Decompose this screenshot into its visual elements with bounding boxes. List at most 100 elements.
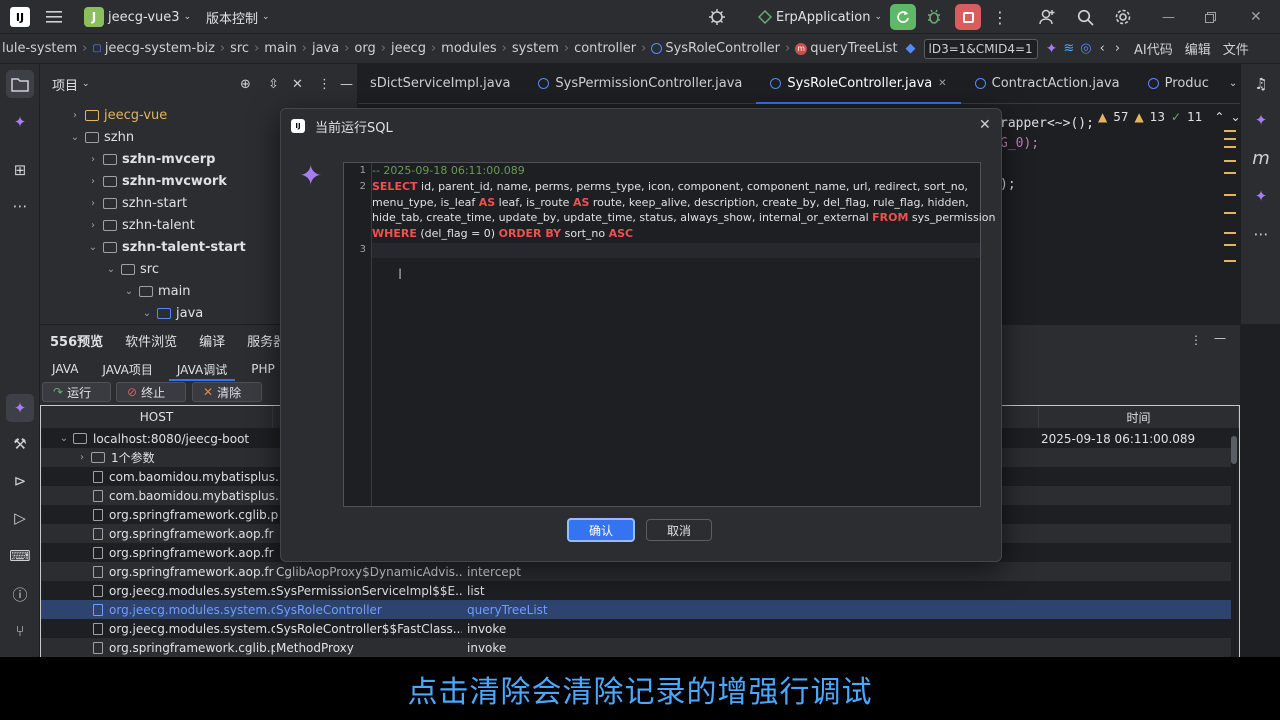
tab-java-debug[interactable]: JAVA调试 bbox=[165, 357, 239, 381]
url-param-field[interactable]: lD3=1&CMID4=1 bbox=[923, 38, 1038, 59]
hide-panel-icon[interactable]: — bbox=[340, 77, 353, 92]
more-actions-button[interactable]: ⋮ bbox=[992, 0, 1008, 34]
cancel-button[interactable]: 取消 bbox=[646, 519, 712, 541]
tab-sys-permission-controller[interactable]: SysPermissionController.java bbox=[524, 64, 756, 104]
tree-item[interactable]: ⌄ java bbox=[142, 302, 203, 324]
breadcrumb-item[interactable]: controller bbox=[574, 41, 636, 56]
db-run-icon[interactable]: ◆ bbox=[906, 41, 916, 56]
add-user-button[interactable] bbox=[1038, 0, 1056, 34]
restore-button[interactable] bbox=[1205, 0, 1216, 34]
services-tool-button[interactable]: ⊳ bbox=[6, 467, 34, 495]
tabs-dropdown-icon[interactable]: ⌄ bbox=[1229, 78, 1237, 89]
tab-java-project[interactable]: JAVA项目 bbox=[90, 357, 164, 381]
file-menu[interactable]: 文件 bbox=[1223, 39, 1249, 58]
locate-icon[interactable]: ⊕ bbox=[240, 77, 251, 92]
project-switcher[interactable]: J jeecg-vue3 ⌄ bbox=[84, 0, 191, 34]
tab-dict-service[interactable]: sDictServiceImpl.java bbox=[358, 64, 524, 104]
tab-sys-role-controller[interactable]: SysRoleController.java ✕ bbox=[756, 64, 961, 104]
collapse-all-icon[interactable]: ✕ bbox=[292, 77, 303, 92]
database-icon[interactable]: ≋ bbox=[1063, 41, 1074, 56]
vcs-menu[interactable]: 版本控制 ⌄ bbox=[206, 0, 270, 34]
tree-item[interactable]: › szhn-talent bbox=[88, 214, 195, 236]
settings-button[interactable] bbox=[1114, 0, 1132, 34]
close-window-button[interactable]: ✕ bbox=[1250, 0, 1262, 34]
tab-compile[interactable]: 编译 bbox=[199, 331, 225, 350]
breadcrumb-item[interactable]: ▢ jeecg-system-biz bbox=[92, 41, 215, 56]
sql-text-area[interactable]: 1 2 3 -- 2025-09-18 06:11:00.089 SELECT … bbox=[343, 162, 995, 507]
main-menu-button[interactable] bbox=[46, 0, 62, 34]
table-row[interactable]: org.springframework.aop.fr CglibAopProxy… bbox=[41, 562, 1231, 581]
breadcrumb-item[interactable]: SysRoleController bbox=[651, 41, 780, 56]
close-icon[interactable]: ✕ bbox=[979, 117, 991, 133]
structure-tool-button[interactable]: ⊞ bbox=[6, 156, 34, 184]
expand-all-icon[interactable]: ⇳ bbox=[268, 77, 279, 92]
breadcrumb-item[interactable]: src bbox=[230, 41, 249, 56]
ai-chat-button[interactable]: ✦ bbox=[1247, 106, 1275, 134]
edit-menu[interactable]: 编辑 bbox=[1185, 39, 1211, 58]
breadcrumb-item[interactable]: m queryTreeList bbox=[795, 41, 898, 56]
table-row[interactable]: org.jeecg.modules.system.c SysRoleContro… bbox=[41, 619, 1231, 638]
problems-tool-button[interactable]: ⓘ bbox=[6, 580, 34, 608]
breadcrumb-item[interactable]: org bbox=[354, 41, 375, 56]
stop-button[interactable] bbox=[955, 0, 981, 34]
terminal-tool-button[interactable]: ⌨ bbox=[6, 542, 34, 570]
hide-panel-icon[interactable]: — bbox=[1214, 331, 1226, 345]
tab-java[interactable]: JAVA bbox=[40, 357, 90, 381]
more-vertical-icon[interactable]: ⋮ bbox=[318, 77, 331, 92]
ai-tool-button[interactable]: ✦ bbox=[6, 394, 34, 422]
project-panel-title[interactable]: 项目 bbox=[52, 75, 78, 94]
ai-assistant-button[interactable]: ✦ bbox=[6, 108, 34, 136]
breadcrumb-item[interactable]: java bbox=[312, 41, 339, 56]
tab-produc[interactable]: Produc bbox=[1134, 64, 1223, 104]
more-vertical-icon[interactable]: ⋮ bbox=[1190, 333, 1202, 347]
close-tab-icon[interactable]: ✕ bbox=[938, 78, 946, 89]
more-vertical-icon[interactable]: ⋮ bbox=[1255, 76, 1268, 91]
breadcrumb-item[interactable]: modules bbox=[441, 41, 497, 56]
tree-item[interactable]: › szhn-mvcerp bbox=[88, 148, 215, 170]
table-scrollbar[interactable] bbox=[1231, 436, 1237, 464]
breadcrumb-item[interactable]: system bbox=[512, 41, 559, 56]
tree-item[interactable]: › jeecg-vue bbox=[70, 104, 167, 126]
table-row-selected[interactable]: org.jeecg.modules.system.c SysRoleContro… bbox=[41, 600, 1231, 619]
app-logo[interactable]: IJ bbox=[10, 0, 30, 34]
chevron-down-icon[interactable]: ⌄ bbox=[82, 79, 90, 89]
tree-item[interactable]: ⌄ szhn bbox=[70, 126, 134, 148]
tab-preview[interactable]: 556预览 bbox=[50, 331, 103, 350]
debug-button[interactable] bbox=[926, 0, 942, 34]
ai-code-menu[interactable]: AI代码 bbox=[1134, 39, 1173, 58]
stop-button[interactable]: ⊘ 终止 bbox=[116, 382, 186, 402]
more-right-tools-button[interactable]: ⋯ bbox=[1247, 220, 1275, 248]
tab-software-browse[interactable]: 软件浏览 bbox=[125, 331, 177, 350]
project-tool-button[interactable] bbox=[6, 70, 34, 98]
breadcrumb-item[interactable]: jeecg bbox=[391, 41, 426, 56]
run-config-selector[interactable]: ErpApplication ⌄ bbox=[758, 0, 882, 34]
maven-button[interactable]: m bbox=[1247, 144, 1275, 172]
nav-forward-icon[interactable]: › bbox=[1115, 41, 1120, 56]
tree-item[interactable]: ⌄ main bbox=[124, 280, 191, 302]
build-tool-button[interactable]: ⚒ bbox=[6, 430, 34, 458]
tree-item[interactable]: ⌄ src bbox=[106, 258, 159, 280]
tree-item[interactable]: › szhn-mvcwork bbox=[88, 170, 227, 192]
globe-icon[interactable]: ◎ bbox=[1080, 41, 1091, 56]
confirm-button[interactable]: 确认 bbox=[567, 518, 635, 542]
nav-back-icon[interactable]: ‹ bbox=[1100, 41, 1105, 56]
inspection-widget[interactable]: ▲ 57 ▲ 13 ✓ 11 ⌃ ⌄ bbox=[1098, 110, 1241, 124]
clear-button[interactable]: ✕ 清除 bbox=[192, 382, 262, 402]
more-tools-button[interactable]: ⋯ bbox=[6, 192, 34, 220]
rerun-button[interactable] bbox=[890, 0, 916, 34]
ai-sparkle-icon[interactable]: ✦ bbox=[1046, 41, 1058, 57]
column-time[interactable]: 时间 bbox=[1039, 406, 1239, 428]
table-row[interactable]: org.springframework.cglib.p MethodProxy … bbox=[41, 638, 1231, 657]
debug-bug-button[interactable] bbox=[708, 0, 726, 34]
error-stripe[interactable] bbox=[1224, 128, 1236, 302]
git-tool-button[interactable]: ⑂ bbox=[6, 617, 34, 645]
run-button[interactable]: ↷ 运行 bbox=[42, 382, 111, 402]
tree-item[interactable]: ⌄ szhn-talent-start bbox=[88, 236, 246, 258]
table-row[interactable]: org.jeecg.modules.system.s SysPermission… bbox=[41, 581, 1231, 600]
minimize-button[interactable]: — bbox=[1162, 0, 1175, 34]
search-button[interactable] bbox=[1077, 0, 1094, 34]
ai-assist-button[interactable]: ✦ bbox=[1247, 182, 1275, 210]
tab-contract-action[interactable]: ContractAction.java bbox=[961, 64, 1134, 104]
breadcrumb-item[interactable]: lule-system bbox=[2, 41, 77, 56]
debug-tool-button[interactable]: ▷ bbox=[6, 504, 34, 532]
